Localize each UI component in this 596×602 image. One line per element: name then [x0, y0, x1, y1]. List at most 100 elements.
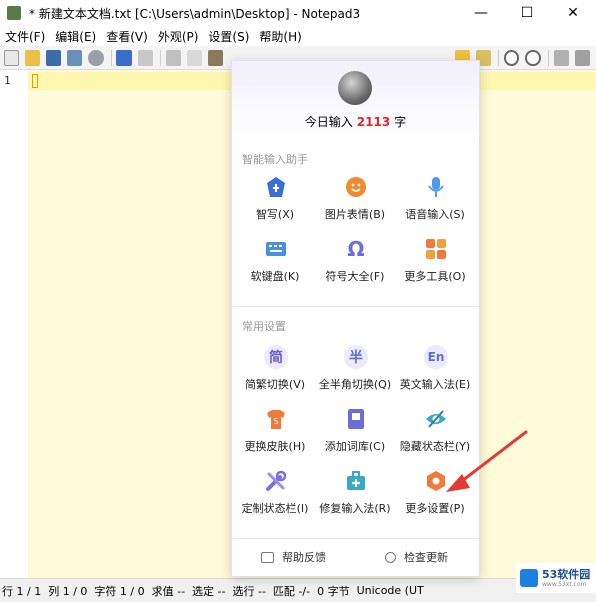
- undo-icon[interactable]: [116, 49, 132, 66]
- half-full-width-icon: 半: [344, 345, 368, 369]
- text-caret: [32, 74, 38, 88]
- help-feedback-label: 帮助反馈: [282, 551, 326, 564]
- redo-icon[interactable]: [137, 49, 153, 66]
- setting-custom-statusbar[interactable]: 定制状态栏(I): [234, 465, 316, 527]
- tool-more-tools[interactable]: 更多工具(O): [394, 233, 476, 295]
- zoom-in-icon[interactable]: [504, 49, 520, 66]
- status-line: 行 1 / 1: [2, 584, 42, 598]
- menu-view[interactable]: 查看(V): [101, 28, 153, 45]
- check-update-label: 检查更新: [404, 551, 448, 564]
- status-char: 字符 1 / 0: [94, 584, 145, 598]
- window-title: * 新建文本文档.txt [C:\Users\admin\Desktop] - …: [29, 6, 361, 21]
- menu-help[interactable]: 帮助(H): [254, 28, 306, 45]
- tool-voice-input[interactable]: 语音输入(S): [394, 171, 476, 233]
- status-column: 列 1 / 0: [48, 584, 88, 598]
- menu-file[interactable]: 文件(F): [0, 28, 50, 45]
- tool-label: 智写(X): [255, 208, 295, 221]
- feedback-icon: [261, 551, 274, 563]
- more-settings-icon: [424, 469, 448, 493]
- save-as-icon[interactable]: [67, 49, 83, 66]
- tool-label: 语音输入(S): [405, 208, 465, 221]
- hide-statusbar-icon: [424, 407, 448, 431]
- paste-icon[interactable]: [207, 49, 223, 66]
- custom-statusbar-icon: [264, 469, 288, 493]
- open-folder-icon[interactable]: [25, 49, 41, 66]
- watermark-logo-icon: [520, 569, 538, 587]
- setting-change-skin[interactable]: S 更换皮肤(H): [234, 403, 316, 465]
- setting-label: 添加词库(C): [324, 440, 386, 453]
- menu-appearance[interactable]: 外观(P): [153, 28, 204, 45]
- title-bar: * 新建文本文档.txt [C:\Users\admin\Desktop] - …: [0, 0, 596, 26]
- status-bar: 行 1 / 1 列 1 / 0 字符 1 / 0 求值 -- 选定 -- 选行 …: [0, 578, 596, 602]
- setting-label: 简繁切换(V): [244, 378, 306, 391]
- today-input-number: 2113: [356, 115, 391, 129]
- setting-add-dictionary[interactable]: 添加词库(C): [314, 403, 396, 465]
- setting-repair-ime[interactable]: 修复输入法(R): [314, 465, 396, 527]
- menu-settings[interactable]: 设置(S): [203, 28, 254, 45]
- ime-menu-panel: 今日输入2113字 智能输入助手 智写(X) 图片表情(B) 语音输入(S): [231, 60, 480, 577]
- setting-english-input[interactable]: En 英文输入法(E): [394, 341, 476, 403]
- update-icon: [385, 551, 396, 563]
- setting-label: 更换皮肤(H): [244, 440, 306, 453]
- toolbar-separator: [110, 49, 112, 66]
- tool-label: 更多工具(O): [404, 270, 466, 283]
- smart-write-icon: [264, 175, 288, 199]
- setting-label: 更多设置(P): [405, 502, 465, 515]
- skin-icon: S: [264, 407, 288, 431]
- ime-panel-header: 今日输入 2113 字: [232, 61, 479, 143]
- status-match: 匹配 -/-: [272, 584, 311, 598]
- status-eval: 求值 --: [151, 584, 186, 598]
- today-input-unit: 字: [394, 115, 407, 129]
- copy-icon[interactable]: [186, 49, 202, 66]
- tool-symbols[interactable]: Ω 符号大全(F): [314, 233, 396, 295]
- toolbar-separator: [547, 49, 549, 66]
- watermark-subtitle: www.53xt.com: [542, 580, 587, 588]
- setting-label: 英文输入法(E): [399, 378, 471, 391]
- tool-label: 图片表情(B): [324, 208, 386, 221]
- tool-label: 符号大全(F): [325, 270, 385, 283]
- setting-label: 定制状态栏(I): [241, 502, 309, 515]
- emoji-icon: [344, 175, 368, 199]
- setting-simplified-traditional[interactable]: 简 简繁切换(V): [234, 341, 316, 403]
- browse-icon[interactable]: [88, 49, 104, 66]
- omega-icon: Ω: [347, 237, 365, 261]
- status-selected-lines: 选行 --: [232, 584, 266, 598]
- notepad-app-icon: [7, 6, 21, 20]
- setting-label: 隐藏状态栏(Y): [399, 440, 471, 453]
- help-feedback-button[interactable]: 帮助反馈: [232, 549, 355, 565]
- setting-more-settings[interactable]: 更多设置(P): [394, 465, 476, 527]
- setting-half-full-width[interactable]: 半 全半角切换(Q): [314, 341, 396, 403]
- menu-edit[interactable]: 编辑(E): [50, 28, 101, 45]
- cut-icon[interactable]: [165, 49, 181, 66]
- status-bytes: 0 字节: [317, 584, 350, 598]
- menu-bar: 文件(F) 编辑(E) 查看(V) 外观(P) 设置(S) 帮助(H): [0, 26, 596, 46]
- line-number: 1: [4, 74, 11, 87]
- tool-soft-keyboard[interactable]: 软键盘(K): [234, 233, 316, 295]
- exit-icon[interactable]: [574, 49, 590, 66]
- watermark-title: 53软件园: [542, 567, 591, 581]
- microphone-icon: [424, 175, 448, 199]
- status-encoding[interactable]: Unicode (UT: [357, 584, 424, 597]
- check-update-button[interactable]: 检查更新: [355, 549, 478, 565]
- toolbar-separator: [159, 49, 161, 66]
- setting-hide-statusbar[interactable]: 隐藏状态栏(Y): [394, 403, 476, 465]
- tool-image-emoji[interactable]: 图片表情(B): [314, 171, 396, 233]
- section-common-settings: 常用设置: [242, 320, 286, 333]
- site-watermark: 53软件园 www.53xt.com: [516, 563, 596, 593]
- dictionary-icon: [344, 407, 368, 431]
- save-icon[interactable]: [46, 49, 62, 66]
- window-controls: — ☐ ✕: [458, 0, 596, 26]
- avatar[interactable]: [338, 71, 372, 105]
- today-input-count: 今日输入 2113 字: [232, 113, 479, 130]
- minimize-button[interactable]: —: [458, 0, 504, 26]
- tool-smart-write[interactable]: 智写(X): [234, 171, 316, 233]
- english-input-icon: En: [424, 345, 448, 369]
- zoom-out-icon[interactable]: [525, 49, 541, 66]
- close-button[interactable]: ✕: [550, 0, 596, 26]
- watermark-text: 53软件园 www.53xt.com: [542, 567, 591, 588]
- new-file-icon[interactable]: [4, 49, 20, 66]
- tool-label: 软键盘(K): [250, 270, 300, 283]
- print-icon[interactable]: [553, 49, 569, 66]
- maximize-button[interactable]: ☐: [504, 0, 550, 26]
- ime-panel-footer: 帮助反馈 检查更新: [232, 539, 479, 575]
